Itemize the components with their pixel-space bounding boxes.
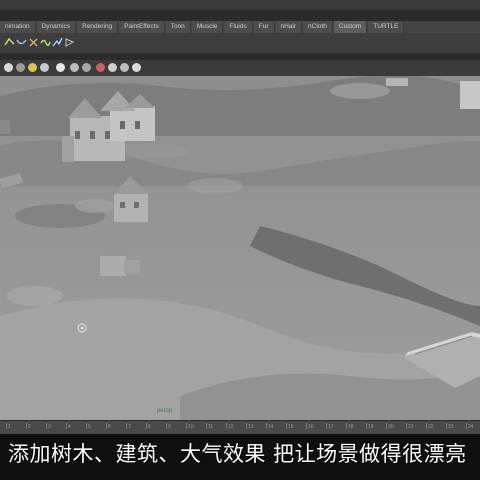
terrain-mound [330, 83, 390, 99]
shelf-tool-icon[interactable] [40, 37, 51, 48]
timeline-tick [406, 423, 407, 429]
shelf-tool-icon[interactable] [4, 37, 15, 48]
timeline-tick-label: 10 [188, 424, 194, 430]
timeline-tick [366, 423, 367, 429]
timeline-tick [266, 423, 267, 429]
timeline-tick-label: 11 [208, 424, 214, 430]
subtitle-bar: 添加树木、建筑、大气效果 把让场景做得很漂亮 [0, 434, 480, 480]
timeline-tick [146, 423, 147, 429]
timeline-tick [346, 423, 347, 429]
timeline-tick-label: 18 [348, 424, 354, 430]
timeline-tick-label: 22 [428, 424, 434, 430]
timeline-tick [86, 423, 87, 429]
hud-icon[interactable] [132, 63, 141, 72]
structure-model[interactable] [386, 78, 408, 86]
timeline-tick-label: 3 [48, 424, 51, 430]
shelf-tab-toon[interactable]: Toon [165, 21, 191, 33]
timeline-tick-label: 20 [388, 424, 394, 430]
subtitle-text: 添加树木、建筑、大气效果 把让场景做得很漂亮 [8, 442, 467, 466]
timeline-tick [226, 423, 227, 429]
timeline-tick [186, 423, 187, 429]
time-slider[interactable]: 1 2 3 4 5 6 7 8 9 10 11 12 13 14 15 16 17 18 19 20 21 22 23 24 [0, 420, 480, 435]
shelf-tab-fluids[interactable]: Fluids [224, 21, 253, 33]
timeline-tick [126, 423, 127, 429]
timeline-tick [6, 423, 7, 429]
shelf-tab-nhair[interactable]: nHair [275, 21, 303, 33]
shelf-tab-turtle[interactable]: TURTLE [368, 21, 405, 33]
isolate-icon[interactable] [70, 63, 79, 72]
timeline-tick [106, 423, 107, 429]
panel-toolbar [0, 60, 480, 77]
terrain-mound [187, 178, 243, 194]
main-menubar [0, 0, 480, 11]
timeline-tick-label: 21 [408, 424, 414, 430]
timeline-tick [66, 423, 67, 429]
shelf-tool-icon[interactable] [28, 37, 39, 48]
timeline-tick-label: 1 [8, 424, 11, 430]
terrain-mound [7, 286, 63, 306]
timeline-tick [306, 423, 307, 429]
timeline-tick-label: 23 [448, 424, 454, 430]
shelf-tab-ncloth[interactable]: nCloth [303, 21, 333, 33]
wireframe-icon[interactable] [4, 63, 13, 72]
shelf-tab-animation[interactable]: nimation [0, 21, 36, 33]
smooth-shade-icon[interactable] [16, 63, 25, 72]
timeline-tick [326, 423, 327, 429]
timeline-tick [286, 423, 287, 429]
shelf-tab-custom[interactable]: Custom [333, 21, 368, 33]
timeline-tick-label: 17 [328, 424, 334, 430]
timeline-tick-label: 6 [108, 424, 111, 430]
timeline-tick [46, 423, 47, 429]
timeline-tick-label: 13 [248, 424, 254, 430]
timeline-tick-label: 5 [88, 424, 91, 430]
terrain-scene: persp [0, 76, 480, 420]
perspective-viewport[interactable]: persp [0, 76, 480, 420]
shelf-tool-icon[interactable] [52, 37, 63, 48]
timeline-tick-label: 7 [128, 424, 131, 430]
timeline-tick [446, 423, 447, 429]
timeline-tick [166, 423, 167, 429]
shadow-icon[interactable] [56, 63, 65, 72]
timeline-tick-label: 9 [168, 424, 171, 430]
shelf-tab-muscle[interactable]: Muscle [191, 21, 224, 33]
shelf-tab-painteffects[interactable]: PaintEffects [119, 21, 165, 33]
timeline-tick-label: 2 [28, 424, 31, 430]
timeline-tick-label: 4 [68, 424, 71, 430]
timeline-tick [426, 423, 427, 429]
shelf-tool-icon[interactable] [64, 37, 75, 48]
viewport-label: persp [157, 408, 173, 414]
timeline-tick [386, 423, 387, 429]
timeline-tick-label: 16 [308, 424, 314, 430]
grid-icon[interactable] [108, 63, 117, 72]
shelf-tool-icon[interactable] [16, 37, 27, 48]
pivot-marker-dot [80, 326, 84, 330]
light-icon[interactable] [28, 63, 37, 72]
structure-model[interactable] [0, 120, 10, 134]
timeline-tick-label: 15 [288, 424, 294, 430]
timeline-tick [206, 423, 207, 429]
structure-model[interactable] [460, 81, 480, 109]
timeline-tick-label: 12 [228, 424, 234, 430]
shelf-tab-rendering[interactable]: Rendering [77, 21, 119, 33]
camera-icon[interactable] [120, 63, 129, 72]
xray-icon[interactable] [82, 63, 91, 72]
timeline-tick [466, 423, 467, 429]
timeline-tick [26, 423, 27, 429]
timeline-tick-label: 14 [268, 424, 274, 430]
timeline-tick [246, 423, 247, 429]
timeline-tick-label: 19 [368, 424, 374, 430]
timeline-tick-label: 24 [468, 424, 474, 430]
resolution-gate-icon[interactable] [96, 63, 105, 72]
timeline-tick-label: 8 [148, 424, 151, 430]
shelf-tab-dynamics[interactable]: Dynamics [36, 21, 77, 33]
shelf-icon-row [0, 33, 480, 54]
terrain-mound [75, 199, 115, 213]
texture-icon[interactable] [40, 63, 49, 72]
shelf-tab-fur[interactable]: Fur [253, 21, 275, 33]
